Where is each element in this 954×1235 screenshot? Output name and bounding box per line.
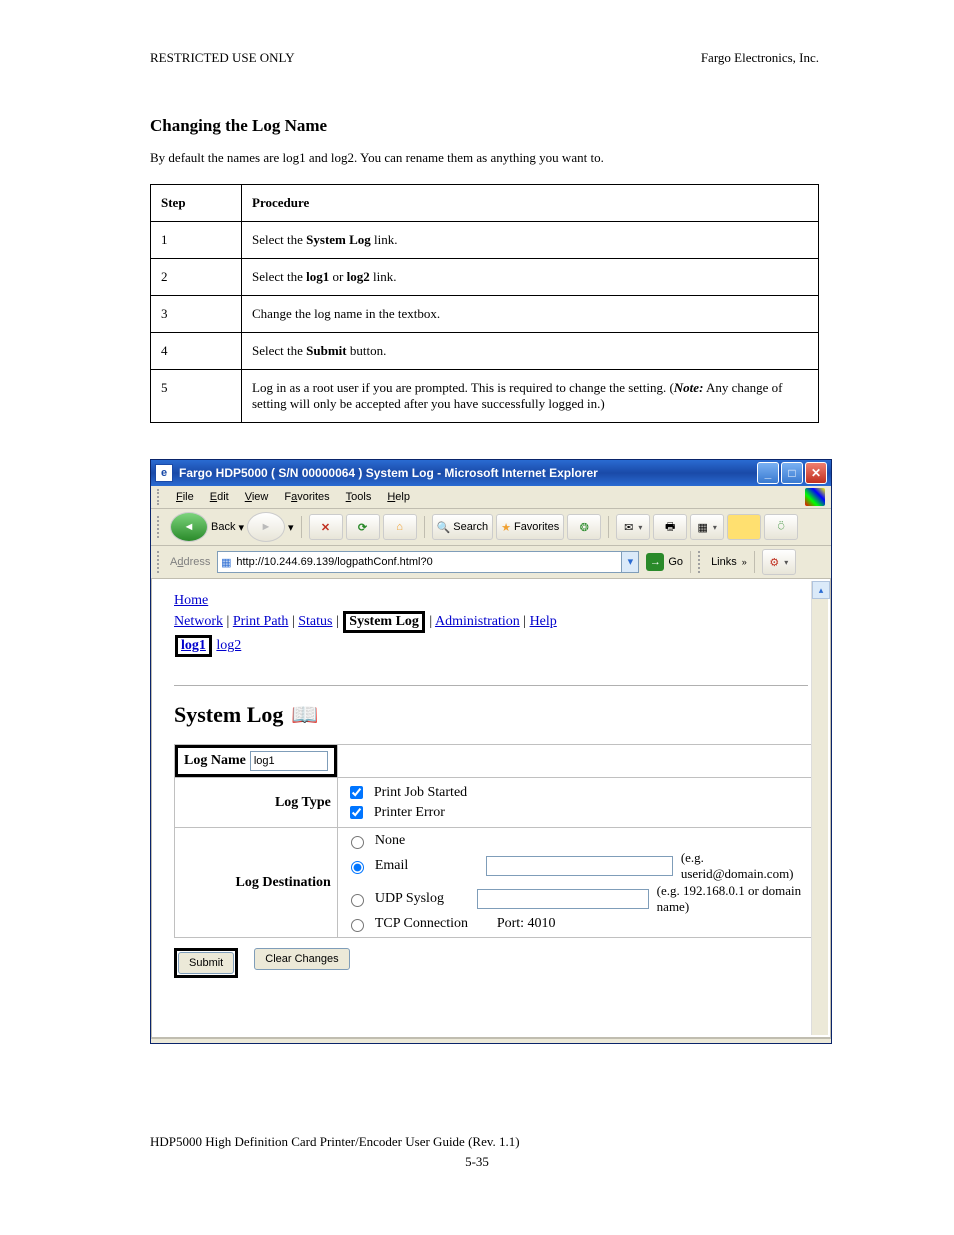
address-bar: Address ▦ ▾ → Go Links » ⚙▾ <box>151 546 831 579</box>
chk-print-started[interactable] <box>350 786 363 799</box>
log-dest-label: Log Destination <box>175 828 338 938</box>
menu-tools[interactable]: Tools <box>339 489 379 505</box>
book-icon: 📖 <box>291 702 318 728</box>
steps-header-proc: Procedure <box>242 185 819 222</box>
log-name-label: Log Name <box>175 745 337 777</box>
submit-button[interactable]: Submit <box>178 952 234 974</box>
toolbar: ◄ Back ▾ ► ▾ ✕ ⟳ ⌂ 🔍Search ★Favorites ❂ … <box>151 509 831 546</box>
page-number: 5-35 <box>0 1154 954 1170</box>
tcp-port: Port: 4010 <box>497 916 556 932</box>
address-box[interactable]: ▦ ▾ <box>217 551 639 573</box>
table-row: 5Log in as a root user if you are prompt… <box>151 370 819 423</box>
scrollbar[interactable]: ▴ <box>811 581 828 1035</box>
close-button[interactable]: ✕ <box>805 462 827 484</box>
doc-title: Changing the Log Name <box>150 116 819 136</box>
edit-button[interactable]: ▦▾ <box>690 514 724 540</box>
extra-button[interactable]: ⚙▾ <box>762 549 796 575</box>
udp-hint: (e.g. 192.168.0.1 or domain name) <box>657 883 812 915</box>
menu-view[interactable]: View <box>238 489 276 505</box>
page-content: ▴ Home Network | Print Path | Status | S… <box>151 579 831 1038</box>
address-dropdown[interactable]: ▾ <box>621 552 638 572</box>
sub-nav: log1 log2 <box>174 635 808 657</box>
radio-udp[interactable] <box>351 894 364 907</box>
history-button[interactable]: ❂ <box>567 514 601 540</box>
radio-email[interactable] <box>351 861 364 874</box>
window-title: Fargo HDP5000 ( S/N 00000064 ) System Lo… <box>179 466 757 480</box>
mail-button[interactable]: ✉▾ <box>616 514 650 540</box>
subnav-log2[interactable]: log2 <box>216 638 241 653</box>
subnav-log1[interactable]: log1 <box>175 635 212 657</box>
radio-none[interactable] <box>351 836 364 849</box>
page-heading: System Log 📖 <box>174 702 808 728</box>
home-button[interactable]: ⌂ <box>383 514 417 540</box>
nav-status[interactable]: Status <box>298 614 332 629</box>
print-button[interactable]: 🖶 <box>653 514 687 540</box>
clear-button[interactable]: Clear Changes <box>254 948 349 970</box>
udp-input[interactable] <box>477 889 648 909</box>
forward-dropdown[interactable]: ▾ <box>288 521 294 534</box>
grip-icon <box>157 551 163 573</box>
steps-table: Step Procedure 1Select the System Log li… <box>150 184 819 423</box>
address-input[interactable] <box>234 556 621 568</box>
grip-icon <box>698 551 704 573</box>
nav-help[interactable]: Help <box>530 614 557 629</box>
back-dropdown[interactable]: ▾ <box>238 521 244 534</box>
scroll-up-icon[interactable]: ▴ <box>812 581 830 599</box>
system-log-form: Log Name Log Type Print Job Started Prin… <box>174 744 821 938</box>
log-type-label: Log Type <box>175 778 338 828</box>
status-bar <box>151 1038 831 1043</box>
discuss-button[interactable] <box>727 514 761 540</box>
page-icon: ▦ <box>218 556 234 569</box>
table-row: 2Select the log1 or log2 link. <box>151 259 819 296</box>
forward-button[interactable]: ► <box>247 512 285 542</box>
grip-icon <box>157 516 163 538</box>
stop-button[interactable]: ✕ <box>309 514 343 540</box>
doc-footer: HDP5000 High Definition Card Printer/Enc… <box>150 1134 819 1150</box>
messenger-button[interactable]: ⍥ <box>764 514 798 540</box>
windows-flag-icon <box>805 488 825 506</box>
ie-window: e Fargo HDP5000 ( S/N 00000064 ) System … <box>150 459 832 1044</box>
email-input[interactable] <box>486 856 673 876</box>
go-button[interactable]: → Go <box>646 553 683 571</box>
ie-page-icon: e <box>155 464 173 482</box>
nav-printpath[interactable]: Print Path <box>233 614 289 629</box>
log-name-input[interactable] <box>250 751 328 771</box>
nav-systemlog[interactable]: System Log <box>343 611 425 633</box>
titlebar: e Fargo HDP5000 ( S/N 00000064 ) System … <box>151 460 831 486</box>
submit-highlight: Submit <box>174 948 238 978</box>
table-row: 4Select the Submit button. <box>151 333 819 370</box>
chk-printer-error[interactable] <box>350 806 363 819</box>
address-label: Address <box>170 556 210 568</box>
table-row: 1Select the System Log link. <box>151 222 819 259</box>
back-button[interactable]: ◄ <box>170 512 208 542</box>
search-button[interactable]: 🔍Search <box>432 514 494 540</box>
email-hint: (e.g. userid@domain.com) <box>681 850 812 882</box>
steps-header-step: Step <box>151 185 242 222</box>
grip-icon <box>157 489 163 505</box>
menubar: File Edit View Favorites Tools Help <box>151 486 831 509</box>
menu-file[interactable]: File <box>169 489 201 505</box>
doc-intro: By default the names are log1 and log2. … <box>150 150 819 166</box>
doc-section: RESTRICTED USE ONLY <box>150 50 295 66</box>
minimize-button[interactable]: _ <box>757 462 779 484</box>
menu-edit[interactable]: Edit <box>203 489 236 505</box>
maximize-button[interactable]: □ <box>781 462 803 484</box>
go-icon: → <box>646 553 664 571</box>
back-label: Back <box>211 521 235 533</box>
home-link[interactable]: Home <box>174 593 208 608</box>
nav-network[interactable]: Network <box>174 614 223 629</box>
favorites-button[interactable]: ★Favorites <box>496 514 564 540</box>
menu-help[interactable]: Help <box>380 489 417 505</box>
table-row: 3Change the log name in the textbox. <box>151 296 819 333</box>
refresh-button[interactable]: ⟳ <box>346 514 380 540</box>
menu-favorites[interactable]: Favorites <box>277 489 336 505</box>
nav-admin[interactable]: Administration <box>435 614 520 629</box>
top-nav: Network | Print Path | Status | System L… <box>174 611 808 633</box>
radio-tcp[interactable] <box>351 919 364 932</box>
links-label[interactable]: Links <box>711 556 737 568</box>
doc-product: Fargo Electronics, Inc. <box>701 50 819 66</box>
